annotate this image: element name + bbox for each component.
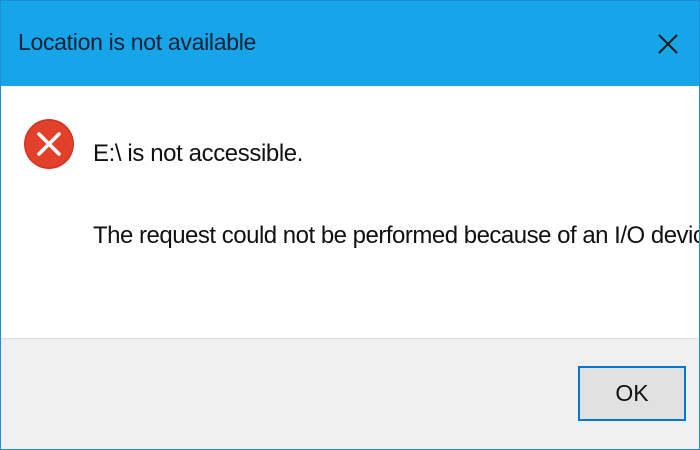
- close-button[interactable]: [639, 11, 697, 77]
- button-bar: OK: [1, 338, 699, 449]
- dialog-title: Location is not available: [18, 29, 256, 55]
- message-area: E:\ is not accessible. The request could…: [1, 86, 699, 338]
- close-icon: [658, 34, 678, 54]
- message-primary: E:\ is not accessible.: [93, 140, 303, 167]
- error-dialog: Location is not available E:\ is not acc…: [0, 0, 700, 450]
- title-bar: Location is not available: [1, 1, 699, 86]
- ok-button[interactable]: OK: [578, 366, 686, 421]
- message-secondary: The request could not be performed becau…: [93, 222, 699, 249]
- error-icon: [24, 119, 74, 169]
